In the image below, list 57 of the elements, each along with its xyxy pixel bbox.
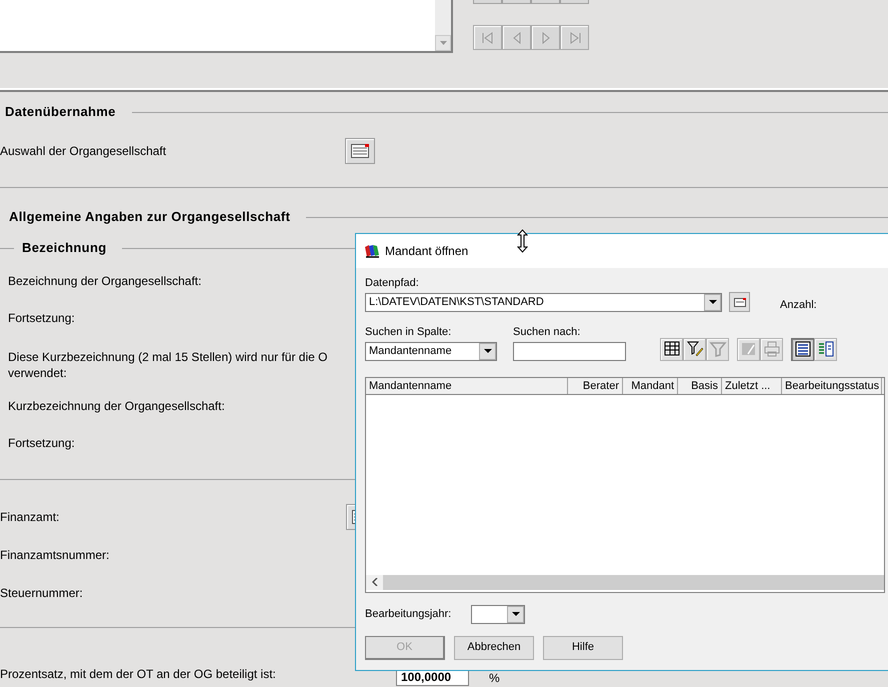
column-header[interactable]: Basis	[678, 378, 722, 394]
window-title: Mandant öffnen	[385, 243, 468, 260]
section-heading: Datenübernahme	[5, 103, 116, 122]
scrollbar[interactable]	[435, 0, 451, 51]
field-label: Steuernummer:	[0, 585, 84, 601]
column-header[interactable]: Mandantenname	[366, 378, 568, 394]
printer-icon	[762, 340, 780, 358]
first-arrow-icon	[480, 30, 496, 46]
count-label: Anzahl:	[780, 298, 817, 313]
dialog-button[interactable]: Abbrechen	[454, 636, 534, 660]
detail-view-icon	[816, 340, 834, 358]
field-label: Bearbeitungsjahr:	[365, 606, 452, 622]
search-field[interactable]	[513, 342, 626, 360]
field-label: Fortsetzung:	[8, 310, 75, 326]
pencil-icon	[740, 340, 758, 358]
field-label: Suchen nach:	[513, 324, 582, 340]
app-icon	[364, 244, 380, 258]
text-area[interactable]	[0, 0, 453, 53]
field-label: Prozentsatz, mit dem der OT an der OG beteiligt ist:	[0, 666, 277, 682]
toolbar-button[interactable]	[660, 338, 683, 360]
dialog-button[interactable]: Hilfe	[543, 636, 623, 660]
section-heading: Allgemeine Angaben zur Organgesellschaft	[9, 208, 290, 226]
caret-icon	[484, 349, 492, 353]
field-label: Suchen in Spalte:	[365, 324, 452, 340]
column-header[interactable]: Bearbeitungsstatus	[782, 378, 882, 394]
column-header[interactable]: Zuletzt ...	[722, 378, 782, 394]
field-label: Auswahl der Organgesellschaft	[0, 143, 168, 159]
table-search-icon	[662, 340, 680, 358]
year-dropdown[interactable]	[471, 604, 525, 624]
field-label: Datenpfad:	[365, 276, 420, 291]
field-label: Fortsetzung:	[8, 435, 75, 451]
field-label: Diese Kurzbezeichnung (2 mal 15 Stellen) wird nur für die O verwendet:	[8, 349, 328, 381]
caret-icon	[440, 41, 446, 45]
field-label: Finanzamtsnummer:	[0, 547, 110, 563]
column-header[interactable]: Mandant	[623, 378, 678, 394]
field-label: Finanzamt:	[0, 509, 60, 525]
browse-button[interactable]	[729, 292, 750, 312]
path-dropdown[interactable]: L:\DATEV\DATEN\KST\STANDARD	[365, 292, 722, 312]
list-view-icon	[794, 340, 812, 358]
column-dropdown[interactable]: Mandantenname	[365, 342, 497, 360]
form-icon	[351, 144, 369, 158]
filter-icon	[708, 340, 726, 358]
unit-label: %	[489, 670, 500, 687]
caret-icon	[708, 300, 716, 304]
window-icon	[734, 298, 746, 307]
toolbar-button[interactable]	[814, 338, 837, 360]
toolbar-button[interactable]	[683, 338, 706, 360]
section-heading: Bezeichnung	[22, 239, 106, 258]
column-header[interactable]: Berater	[568, 378, 623, 394]
toolbar-button[interactable]	[791, 338, 814, 360]
horizontal-scrollbar[interactable]	[366, 574, 884, 590]
field-label: Kurzbezeichnung der Organgesellschaft:	[8, 398, 225, 414]
select-button[interactable]	[345, 138, 375, 164]
caret-icon	[512, 612, 520, 616]
field-label: Bezeichnung der Organgesellschaft:	[8, 273, 202, 289]
filter-pencil-icon	[686, 340, 704, 358]
scroll-down-button[interactable]	[435, 35, 451, 51]
